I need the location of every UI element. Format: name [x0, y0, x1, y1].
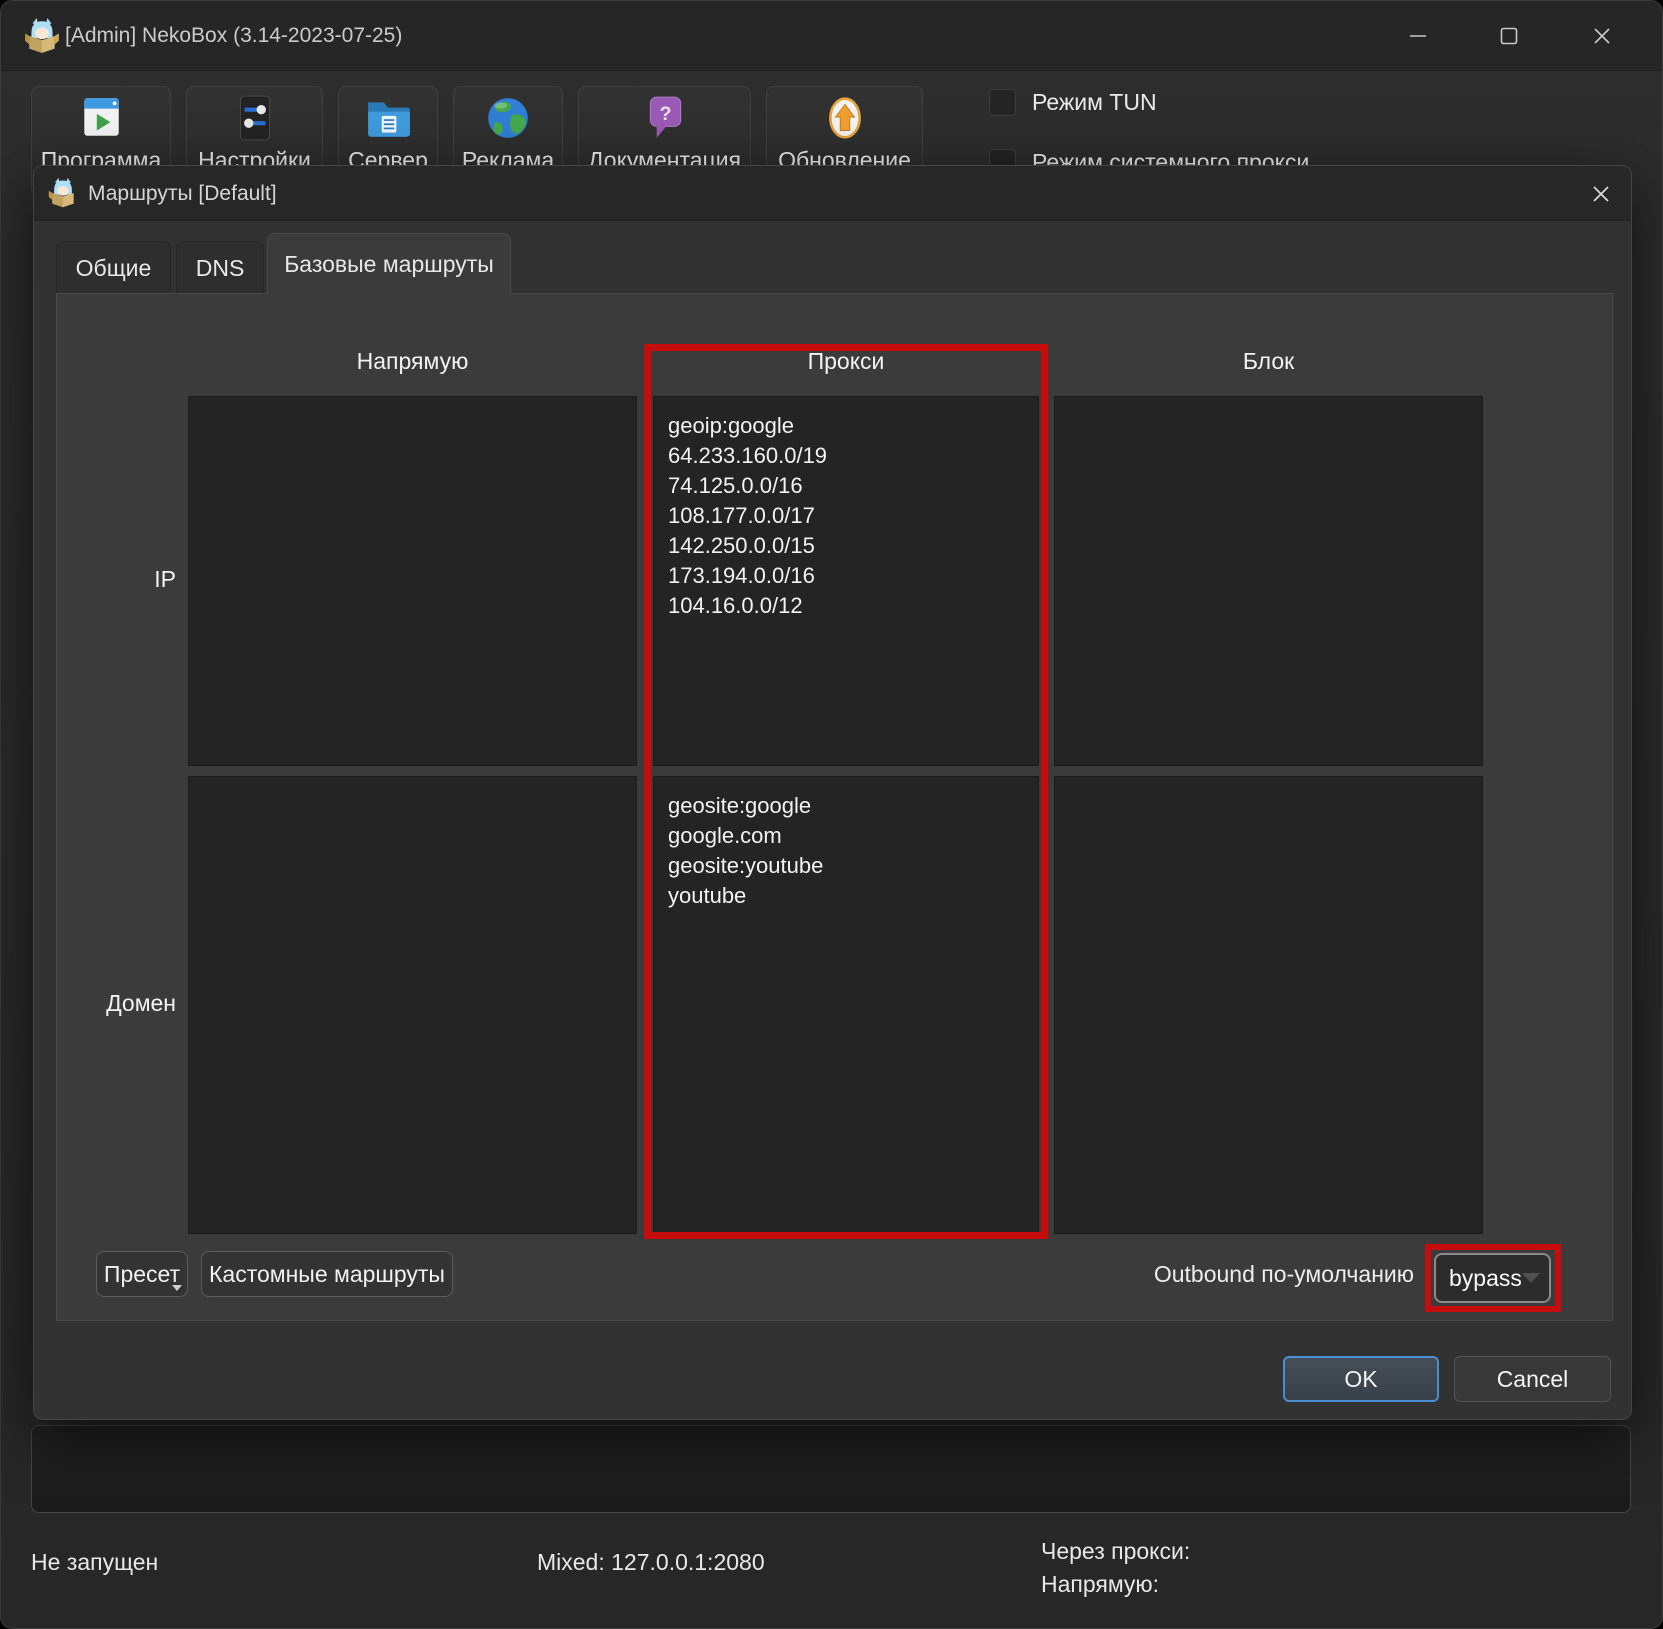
ip-direct-textarea[interactable]	[188, 396, 637, 766]
status-traffic-block: Через прокси: Напрямую:	[1041, 1535, 1190, 1601]
program-window-icon	[77, 95, 125, 141]
log-panel[interactable]	[31, 1425, 1631, 1513]
window-title: [Admin] NekoBox (3.14-2023-07-25)	[65, 1, 402, 71]
row-label-domain: Домен	[76, 990, 188, 1017]
preset-menu-arrow-icon	[172, 1285, 182, 1291]
dialog-close-icon[interactable]	[1579, 173, 1623, 215]
domain-proxy-textarea[interactable]: geosite:google google.com geosite:youtub…	[653, 776, 1039, 1234]
maximize-button[interactable]	[1486, 13, 1532, 59]
domain-block-textarea[interactable]	[1054, 776, 1483, 1234]
tun-mode-checkbox[interactable]	[989, 89, 1016, 116]
tun-mode-row: Режим TUN	[989, 89, 1157, 116]
nekobox-dialog-icon	[47, 177, 79, 209]
outbound-default-dropdown[interactable]: bypass	[1434, 1253, 1551, 1303]
ip-block-textarea[interactable]	[1054, 396, 1483, 766]
dialog-titlebar: Маршруты [Default]	[34, 166, 1631, 221]
status-running-state: Не запущен	[31, 1549, 158, 1576]
tab-basic-routes[interactable]: Базовые маршруты	[267, 233, 511, 294]
close-button[interactable]	[1579, 13, 1625, 59]
screen: [Admin] NekoBox (3.14-2023-07-25)	[0, 0, 1663, 1629]
tab-general[interactable]: Общие	[56, 241, 171, 294]
globe-icon	[484, 95, 532, 141]
column-header-direct: Напрямую	[188, 344, 637, 378]
nekobox-app-icon	[23, 17, 61, 55]
sliders-icon	[231, 95, 279, 141]
preset-button-label: Пресет	[104, 1261, 180, 1288]
status-inbound-address: Mixed: 127.0.0.1:2080	[537, 1549, 765, 1576]
tun-mode-label: Режим TUN	[1032, 89, 1157, 116]
outbound-default-value: bypass	[1436, 1265, 1522, 1292]
main-titlebar: [Admin] NekoBox (3.14-2023-07-25)	[1, 1, 1662, 71]
column-header-proxy: Прокси	[653, 344, 1039, 378]
server-folder-icon	[364, 95, 412, 141]
ip-proxy-textarea[interactable]: geoip:google 64.233.160.0/19 74.125.0.0/…	[653, 396, 1039, 766]
preset-button[interactable]: Пресет	[96, 1251, 188, 1297]
custom-routes-button[interactable]: Кастомные маршруты	[201, 1251, 453, 1297]
custom-routes-button-label: Кастомные маршруты	[209, 1261, 445, 1288]
domain-direct-textarea[interactable]	[188, 776, 637, 1234]
status-via-proxy-label: Через прокси:	[1041, 1535, 1190, 1568]
dialog-title: Маршруты [Default]	[88, 166, 277, 221]
svg-text:?: ?	[659, 103, 671, 125]
routes-dialog: Маршруты [Default] Общие DNS Базовые мар…	[33, 165, 1632, 1420]
column-header-block: Блок	[1054, 344, 1483, 378]
cancel-button[interactable]: Cancel	[1454, 1356, 1611, 1402]
help-bubble-icon: ?	[641, 95, 689, 141]
chevron-down-icon	[1522, 1273, 1540, 1283]
update-arrow-icon	[821, 95, 869, 141]
outbound-default-label: Outbound по-умолчанию	[1091, 1251, 1414, 1297]
row-label-ip: IP	[76, 566, 188, 593]
tab-dns[interactable]: DNS	[176, 241, 264, 294]
status-direct-label: Напрямую:	[1041, 1568, 1190, 1601]
minimize-button[interactable]	[1395, 13, 1441, 59]
ok-button[interactable]: OK	[1283, 1356, 1439, 1402]
